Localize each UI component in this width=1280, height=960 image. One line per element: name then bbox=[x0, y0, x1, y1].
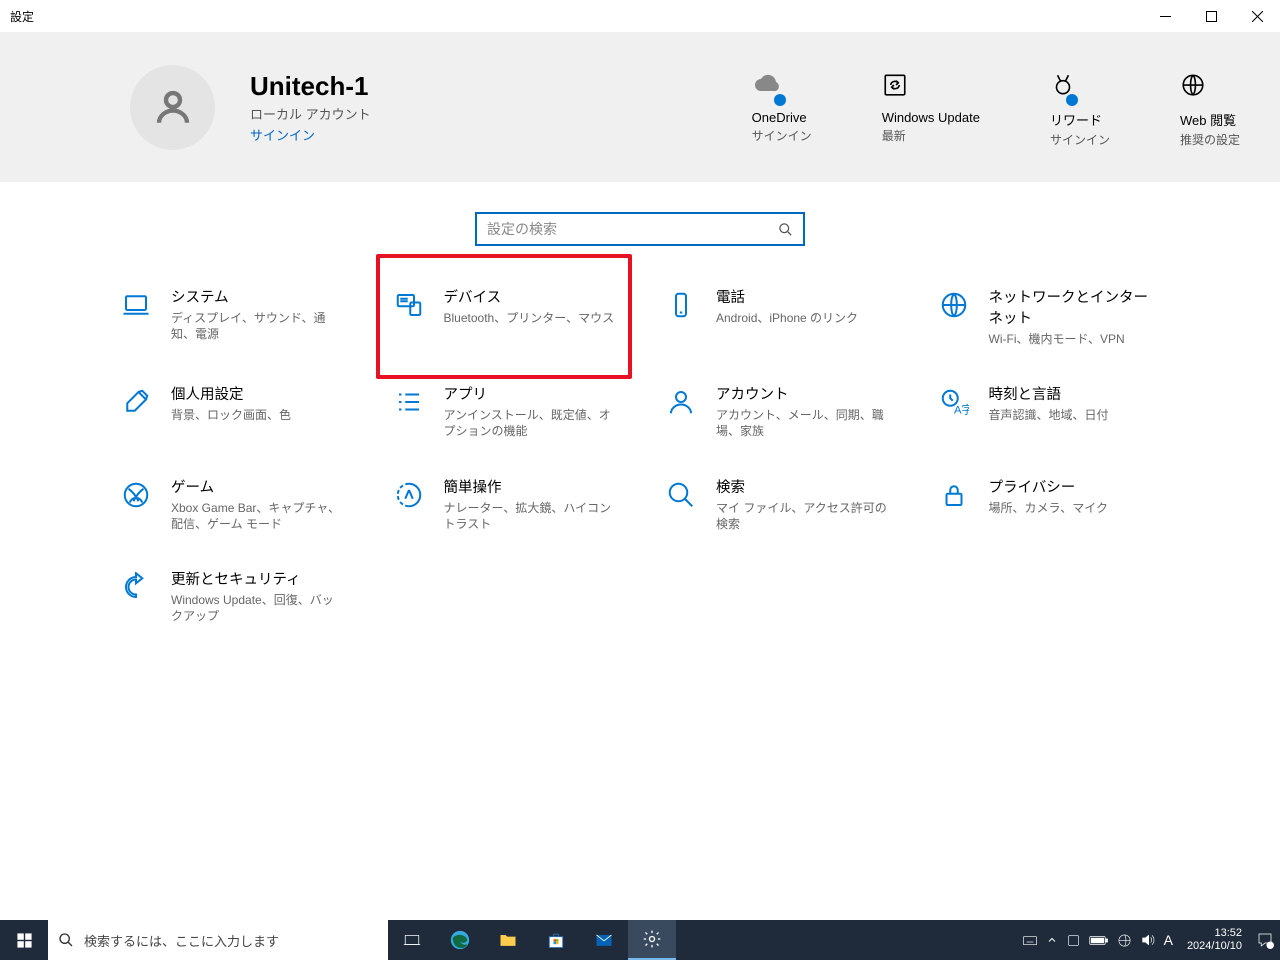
user-icon bbox=[152, 86, 194, 128]
settings-grid: システムディスプレイ、サウンド、通知、電源 デバイスBluetooth、プリンタ… bbox=[0, 276, 1280, 634]
user-block: Unitech-1 ローカル アカウント サインイン bbox=[250, 71, 371, 144]
status-onedrive[interactable]: OneDrive サインイン bbox=[752, 66, 812, 148]
laptop-icon bbox=[121, 290, 151, 320]
globe-icon bbox=[939, 290, 969, 320]
avatar[interactable] bbox=[130, 65, 215, 150]
maximize-button[interactable] bbox=[1188, 0, 1234, 32]
minimize-button[interactable] bbox=[1142, 0, 1188, 32]
search-icon bbox=[58, 932, 74, 948]
medal-icon bbox=[1050, 72, 1076, 98]
taskbar-search-placeholder: 検索するには、ここに入力します bbox=[84, 931, 279, 950]
sync-icon bbox=[882, 72, 908, 98]
mail-icon bbox=[594, 930, 614, 950]
card-search[interactable]: 検索マイ ファイル、アクセス許可の検索 bbox=[660, 466, 893, 542]
task-view-button[interactable] bbox=[388, 920, 436, 960]
user-name: Unitech-1 bbox=[250, 71, 371, 102]
search-row bbox=[0, 182, 1280, 276]
taskbar-store[interactable] bbox=[532, 920, 580, 960]
window-title: 設定 bbox=[10, 8, 34, 25]
search-icon bbox=[778, 222, 793, 237]
taskview-icon bbox=[403, 931, 421, 949]
cloud-icon bbox=[752, 74, 784, 96]
search-box[interactable] bbox=[475, 212, 805, 246]
close-button[interactable] bbox=[1234, 0, 1280, 32]
card-devices[interactable]: デバイスBluetooth、プリンター、マウス bbox=[376, 254, 633, 379]
volume-icon[interactable] bbox=[1140, 932, 1156, 948]
xbox-icon bbox=[121, 480, 151, 510]
taskbar-mail[interactable] bbox=[580, 920, 628, 960]
card-gaming[interactable]: ゲームXbox Game Bar、キャプチャ、配信、ゲーム モード bbox=[115, 466, 348, 542]
card-accounts[interactable]: アカウントアカウント、メール、同期、職場、家族 bbox=[660, 373, 893, 449]
devices-icon bbox=[394, 290, 424, 320]
user-icon bbox=[666, 387, 696, 417]
network-icon[interactable] bbox=[1117, 933, 1132, 948]
taskbar: 検索するには、ここに入力します A 13:52 2024/10/10 1 bbox=[0, 920, 1280, 960]
card-network[interactable]: ネットワークとインターネットWi-Fi、機内モード、VPN bbox=[933, 276, 1166, 357]
svg-text:A字: A字 bbox=[954, 402, 969, 416]
search-input[interactable] bbox=[487, 221, 778, 237]
update-icon bbox=[121, 572, 151, 602]
status-web-browse[interactable]: Web 閲覧 推奨の設定 bbox=[1180, 66, 1240, 148]
status-windows-update[interactable]: Windows Update 最新 bbox=[882, 66, 980, 148]
taskbar-settings[interactable] bbox=[628, 920, 676, 960]
windows-icon bbox=[16, 932, 33, 949]
taskbar-search[interactable]: 検索するには、ここに入力します bbox=[48, 920, 388, 960]
card-time-language[interactable]: A字 時刻と言語音声認識、地域、日付 bbox=[933, 373, 1166, 449]
taskbar-explorer[interactable] bbox=[484, 920, 532, 960]
gear-icon bbox=[642, 929, 662, 949]
settings-header: Unitech-1 ローカル アカウント サインイン OneDrive サインイ… bbox=[0, 32, 1280, 182]
ime-indicator[interactable]: A bbox=[1164, 932, 1173, 948]
card-apps[interactable]: アプリアンインストール、既定値、オプションの機能 bbox=[388, 373, 621, 449]
search-icon bbox=[666, 480, 696, 510]
system-tray: A 13:52 2024/10/10 1 bbox=[1022, 927, 1280, 952]
titlebar: 設定 bbox=[0, 0, 1280, 32]
taskbar-edge[interactable] bbox=[436, 920, 484, 960]
card-privacy[interactable]: プライバシー場所、カメラ、マイク bbox=[933, 466, 1166, 542]
chevron-up-icon[interactable] bbox=[1046, 934, 1058, 946]
status-rewards[interactable]: リワード サインイン bbox=[1050, 66, 1110, 148]
start-button[interactable] bbox=[0, 920, 48, 960]
globe-icon bbox=[1180, 72, 1206, 98]
store-icon bbox=[546, 930, 566, 950]
list-icon bbox=[394, 387, 424, 417]
signin-link[interactable]: サインイン bbox=[250, 125, 371, 144]
keyboard-icon[interactable] bbox=[1022, 932, 1038, 948]
edge-icon bbox=[449, 929, 471, 951]
lock-icon bbox=[939, 480, 969, 510]
user-type: ローカル アカウント bbox=[250, 104, 371, 123]
card-phone[interactable]: 電話Android、iPhone のリンク bbox=[660, 276, 893, 357]
card-personalization[interactable]: 個人用設定背景、ロック画面、色 bbox=[115, 373, 348, 449]
tray-app-icon[interactable] bbox=[1066, 933, 1081, 948]
battery-icon[interactable] bbox=[1089, 934, 1109, 947]
card-ease-of-access[interactable]: 簡単操作ナレーター、拡大鏡、ハイコントラスト bbox=[388, 466, 621, 542]
tray-clock[interactable]: 13:52 2024/10/10 bbox=[1181, 927, 1248, 952]
brush-icon bbox=[121, 387, 151, 417]
card-system[interactable]: システムディスプレイ、サウンド、通知、電源 bbox=[115, 276, 348, 357]
folder-icon bbox=[498, 930, 518, 950]
phone-icon bbox=[666, 290, 696, 320]
clock-language-icon: A字 bbox=[939, 387, 969, 417]
accessibility-icon bbox=[394, 480, 424, 510]
notifications-icon[interactable]: 1 bbox=[1256, 931, 1274, 949]
card-update-security[interactable]: 更新とセキュリティWindows Update、回復、バックアップ bbox=[115, 558, 348, 634]
